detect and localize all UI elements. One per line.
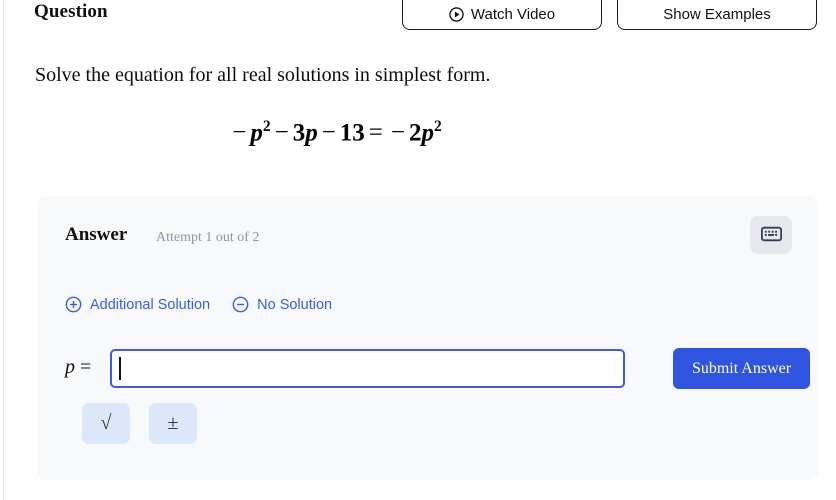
square-root-button[interactable]: √ — [82, 403, 130, 444]
page-header: Question Watch Video Show Examples — [0, 0, 836, 34]
watch-video-button[interactable]: Watch Video — [402, 0, 602, 30]
no-solution-button[interactable]: No Solution — [232, 296, 332, 313]
watch-video-label: Watch Video — [470, 5, 556, 23]
keyboard-toggle-button[interactable] — [750, 216, 792, 254]
solution-actions: Additional Solution No Solution — [65, 296, 332, 313]
question-page: Question Watch Video Show Examples Solve… — [0, 0, 836, 500]
variable-label: p — [65, 356, 75, 378]
plus-minus-button[interactable]: ± — [149, 403, 197, 444]
eq-lhs-exp1: 2 — [262, 118, 271, 135]
text-cursor — [119, 357, 121, 380]
play-circle-icon — [449, 6, 464, 22]
eq-equals: = — [368, 119, 383, 147]
eq-lhs-coef2: 3 — [292, 119, 306, 147]
show-examples-label: Show Examples — [663, 5, 771, 23]
question-prompt: Solve the equation for all real solution… — [35, 64, 491, 86]
eq-rhs-var: p — [421, 119, 435, 147]
submit-answer-button[interactable]: Submit Answer — [673, 348, 810, 389]
eq-op1: − — [274, 119, 289, 147]
eq-rhs-coef: 2 — [409, 119, 422, 147]
additional-solution-label: Additional Solution — [90, 296, 211, 313]
eq-lhs-const: 13 — [339, 119, 365, 147]
equals-label: = — [80, 356, 92, 378]
math-tool-row: √ ± — [82, 403, 197, 444]
eq-lhs-var1: p — [250, 119, 263, 147]
answer-input[interactable] — [110, 349, 625, 388]
eq-rhs-exp: 2 — [434, 118, 442, 135]
answer-heading: Answer — [65, 224, 128, 245]
no-solution-label: No Solution — [257, 296, 333, 313]
answer-panel: Answer Attempt 1 out of 2 Additional Sol… — [37, 196, 818, 480]
eq-rhs-sign: − — [390, 119, 406, 147]
keyboard-icon — [760, 226, 782, 245]
equation-display: − p2−3p −13 = −2p2 — [0, 118, 670, 147]
plus-circle-icon — [65, 296, 82, 313]
attempt-counter: Attempt 1 out of 2 — [156, 230, 260, 245]
show-examples-button[interactable]: Show Examples — [617, 0, 817, 30]
additional-solution-button[interactable]: Additional Solution — [65, 296, 210, 313]
eq-lhs-var2: p — [305, 119, 318, 147]
page-title: Question — [34, 1, 108, 22]
eq-op2: − — [321, 119, 336, 147]
variable-equals-label: p = — [65, 356, 91, 379]
answer-input-row: p = Submit Answer — [65, 348, 810, 389]
eq-lhs-sign: − — [232, 119, 247, 147]
minus-circle-icon — [232, 296, 249, 313]
